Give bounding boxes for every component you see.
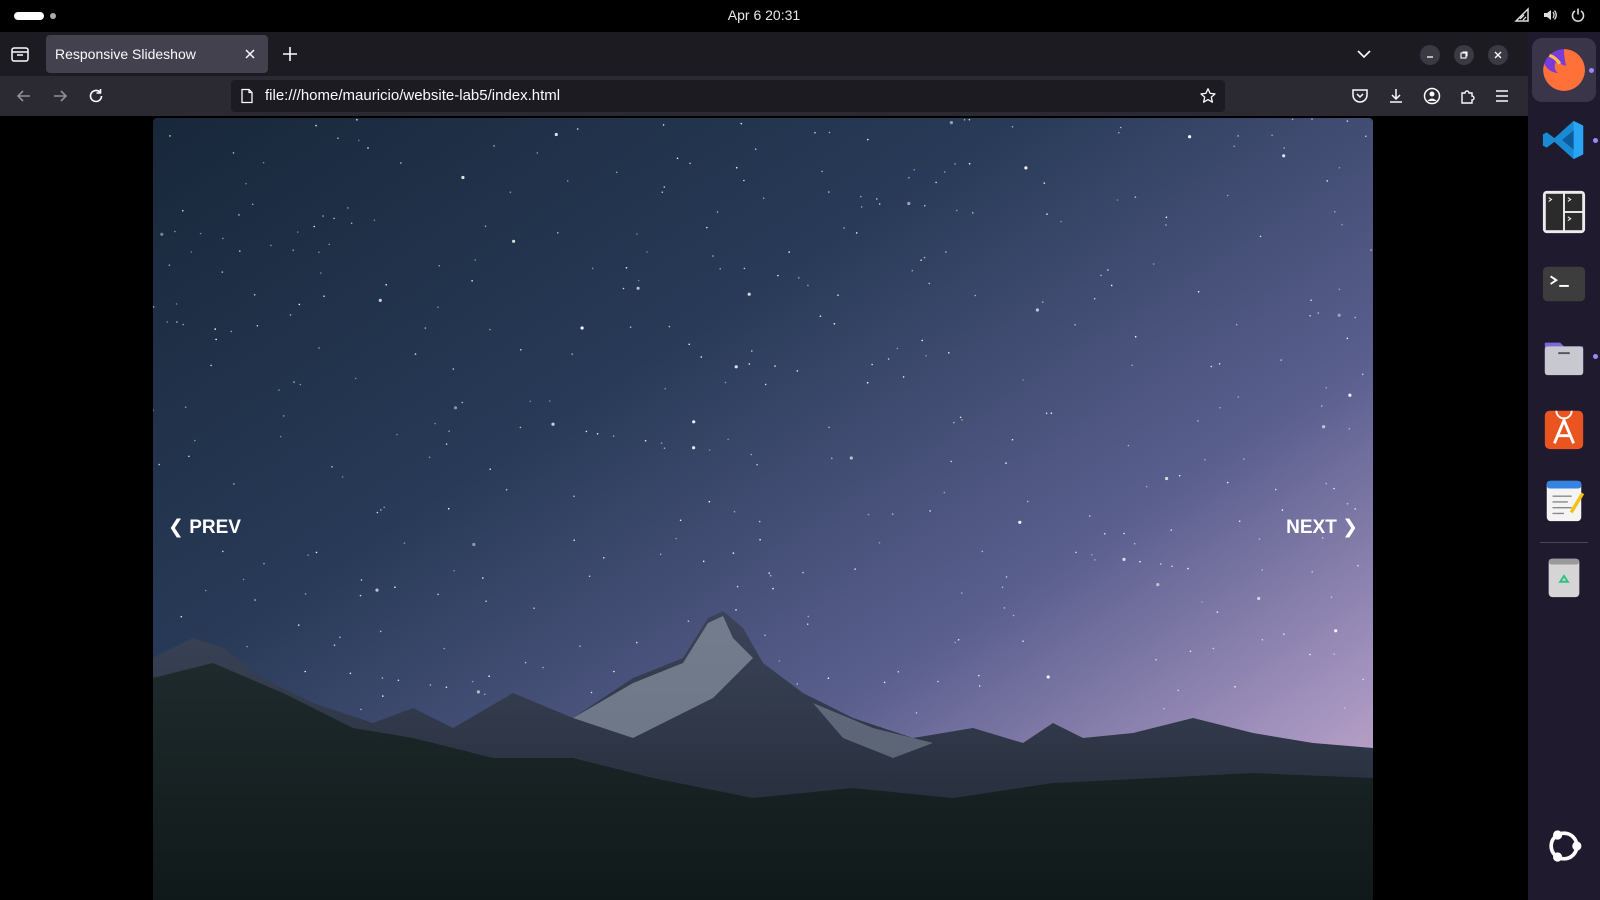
dock-separator [1540,542,1588,543]
arrow-left-icon [16,90,30,102]
close-icon [1494,51,1502,59]
firefox-view-icon [11,47,29,62]
dock-firefox[interactable] [1532,38,1596,102]
prev-slide-button[interactable]: ❮ PREV [168,516,241,539]
dock-vscode[interactable] [1540,116,1598,164]
system-top-bar: Apr 6 20:31 [0,0,1600,32]
show-apps-button[interactable] [1540,822,1588,870]
terminator-icon [1542,190,1586,234]
reload-button[interactable] [84,84,108,108]
close-tab-icon[interactable] [242,46,258,62]
bookmark-star-icon[interactable] [1199,87,1217,105]
extensions-button[interactable] [1456,84,1480,108]
firefox-window: Responsive Slideshow file:///home/mauric… [0,32,1528,900]
forward-button[interactable] [48,84,72,108]
vscode-icon [1542,120,1584,160]
network-icon [1514,7,1530,28]
text-editor-icon [1546,480,1585,522]
tab-title: Responsive Slideshow [55,46,196,62]
back-button[interactable] [12,84,36,108]
running-indicator [1593,138,1598,143]
dock-terminal[interactable] [1540,260,1588,308]
trash-icon [1548,558,1580,598]
files-icon [1544,342,1584,376]
account-button[interactable] [1420,84,1444,108]
list-all-tabs-button[interactable] [1354,44,1374,64]
dock-app-center[interactable] [1540,404,1588,452]
hamburger-menu-icon [1496,90,1508,102]
pocket-icon [1352,89,1368,103]
minimize-button[interactable] [1420,45,1440,65]
downloads-button[interactable] [1384,84,1408,108]
firefox-view-button[interactable] [8,42,32,66]
tab-responsive-slideshow[interactable]: Responsive Slideshow [46,35,268,73]
running-indicator [1589,68,1594,73]
reload-icon [89,89,103,103]
dock-text-editor[interactable] [1540,476,1588,524]
ubuntu-logo-icon [1549,830,1582,862]
close-window-button[interactable] [1488,45,1508,65]
url-text[interactable]: file:///home/mauricio/website-lab5/index… [265,87,560,104]
app-menu-button[interactable] [1490,84,1514,108]
running-indicator [1593,354,1598,359]
restore-icon [1460,51,1468,59]
clock[interactable]: Apr 6 20:31 [0,7,1528,23]
tab-strip: Responsive Slideshow [0,32,1528,76]
chevron-down-icon [1357,50,1371,59]
dock-terminator[interactable] [1540,188,1588,236]
url-bar[interactable]: file:///home/mauricio/website-lab5/index… [231,80,1225,112]
next-slide-button[interactable]: NEXT ❯ [1286,516,1358,539]
power-icon [1570,7,1586,28]
arrow-right-icon [54,90,68,102]
download-icon [1390,89,1402,103]
puzzle-icon [1461,90,1475,104]
page-icon [239,88,255,104]
page-content: ❮ PREV NEXT ❯ [0,116,1528,900]
pocket-button[interactable] [1348,84,1372,108]
dock-trash[interactable] [1540,552,1588,600]
system-tray[interactable] [1514,7,1586,28]
app-center-icon [1544,410,1584,450]
dock-files[interactable] [1540,332,1598,380]
plus-icon [283,47,297,61]
ubuntu-dock [1528,32,1600,900]
firefox-icon [1543,49,1585,91]
navigation-toolbar: file:///home/mauricio/website-lab5/index… [0,76,1528,116]
minimize-icon [1427,56,1433,58]
new-tab-button[interactable] [280,44,300,64]
terminal-icon [1542,266,1586,302]
volume-icon [1542,7,1558,28]
slideshow: ❮ PREV NEXT ❯ [153,118,1373,900]
account-icon [1423,87,1441,105]
restore-button[interactable] [1454,45,1474,65]
slide-image-night-sky-mountains [153,118,1373,900]
